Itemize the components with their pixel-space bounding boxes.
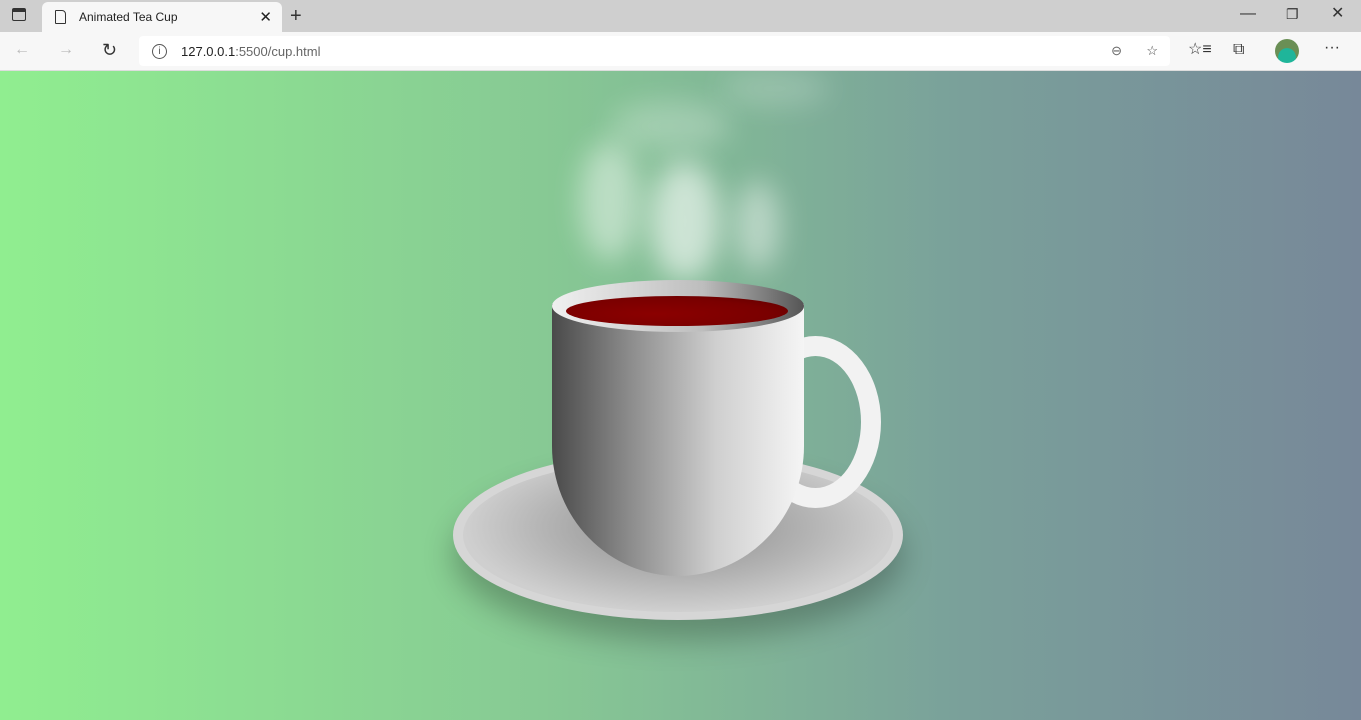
cup-body: [552, 304, 804, 576]
add-favorite-icon[interactable]: ☆: [1146, 43, 1158, 59]
steam: [735, 181, 780, 271]
favorites-icon[interactable]: ☆≡: [1188, 42, 1212, 58]
close-icon[interactable]: ✕: [259, 8, 272, 26]
forward-icon[interactable]: →: [58, 42, 74, 58]
profile-avatar[interactable]: [1275, 39, 1299, 63]
address-bar[interactable]: i 127.0.0.1:5500/cup.html ⊖ ☆: [139, 36, 1170, 66]
url-path: :5500/cup.html: [235, 43, 321, 59]
restore-icon[interactable]: ❐: [1286, 7, 1299, 21]
collections-icon[interactable]: ⧉: [1233, 42, 1244, 58]
tab-actions-icon[interactable]: [12, 8, 26, 21]
minimize-icon[interactable]: —: [1240, 6, 1256, 22]
page-icon: [55, 10, 66, 24]
steam: [650, 161, 720, 281]
tab-bar: Animated Tea Cup ✕ + — ❐ ✕: [0, 0, 1361, 32]
steam: [580, 141, 640, 261]
info-icon[interactable]: i: [152, 43, 167, 59]
more-icon[interactable]: ···: [1324, 40, 1340, 56]
url-host: 127.0.0.1: [181, 43, 236, 59]
tab-active[interactable]: Animated Tea Cup ✕: [42, 2, 282, 32]
back-icon[interactable]: ←: [14, 42, 30, 58]
refresh-icon[interactable]: ↻: [102, 41, 117, 59]
toolbar: ← → ↻ i 127.0.0.1:5500/cup.html ⊖ ☆ ☆≡ ⧉…: [0, 32, 1361, 71]
window-close-icon[interactable]: ✕: [1331, 6, 1344, 22]
new-tab-icon[interactable]: +: [290, 6, 302, 26]
tab-title: Animated Tea Cup: [79, 10, 178, 24]
page-content: [0, 71, 1361, 720]
steam: [610, 101, 730, 151]
tea: [566, 296, 788, 326]
zoom-out-icon[interactable]: ⊖: [1111, 43, 1122, 59]
steam: [720, 71, 830, 106]
